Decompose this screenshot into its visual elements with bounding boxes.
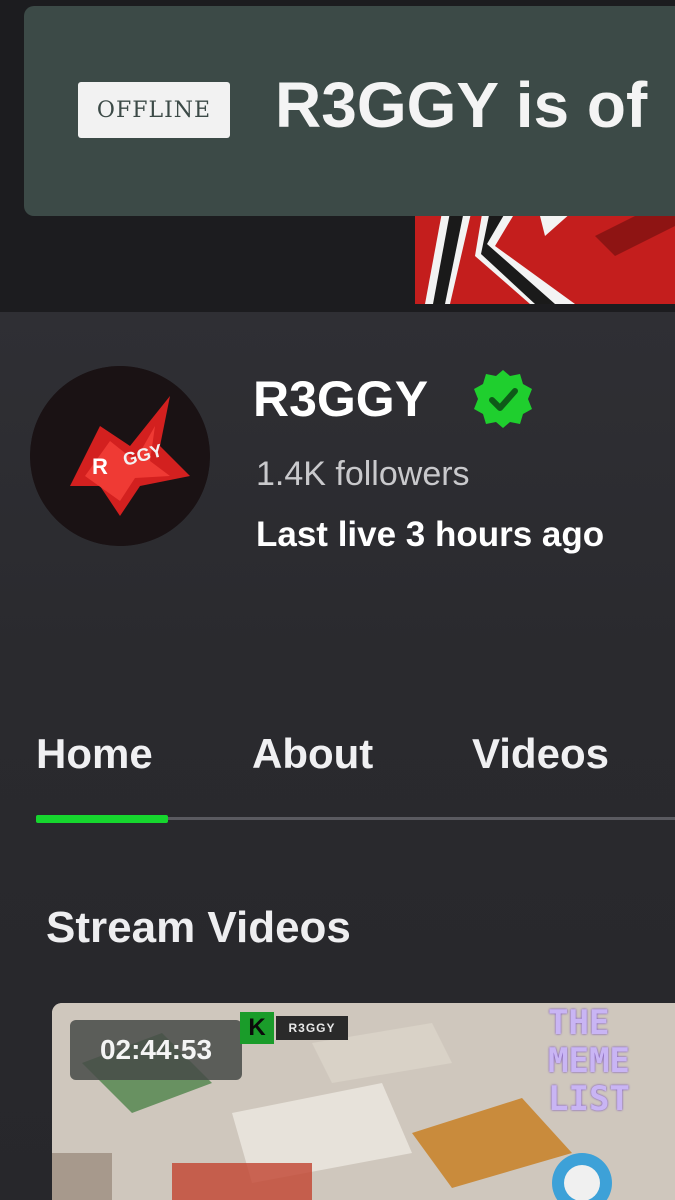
channel-name[interactable]: R3GGY xyxy=(253,370,428,428)
thumbnail-title-line: LIST xyxy=(548,1079,630,1119)
tab-about[interactable]: About xyxy=(252,730,373,778)
verified-badge-icon xyxy=(470,366,536,432)
active-tab-indicator xyxy=(36,815,168,823)
svg-text:R: R xyxy=(92,454,108,479)
thumbnail-title-text: THE MEME LIST xyxy=(548,1004,675,1118)
thumbnail-title-line: THE xyxy=(548,1003,610,1043)
channel-avatar[interactable]: R GGY xyxy=(30,366,210,546)
section-title-stream-videos: Stream Videos xyxy=(46,903,351,952)
tab-videos[interactable]: Videos xyxy=(472,730,609,778)
offline-title[interactable]: R3GGY is of xyxy=(275,68,647,142)
thumbnail-channel-tag: R3GGY xyxy=(276,1016,348,1040)
last-live-status: Last live 3 hours ago xyxy=(256,515,605,554)
offline-badge: OFFLINE xyxy=(78,82,230,138)
tab-home[interactable]: Home xyxy=(36,730,153,778)
follower-count: 1.4K followers xyxy=(256,455,470,493)
video-duration: 02:44:53 xyxy=(70,1020,242,1080)
thumbnail-logo-icon: K xyxy=(240,1012,274,1044)
thumbnail-title-line: MEME xyxy=(548,1041,630,1081)
